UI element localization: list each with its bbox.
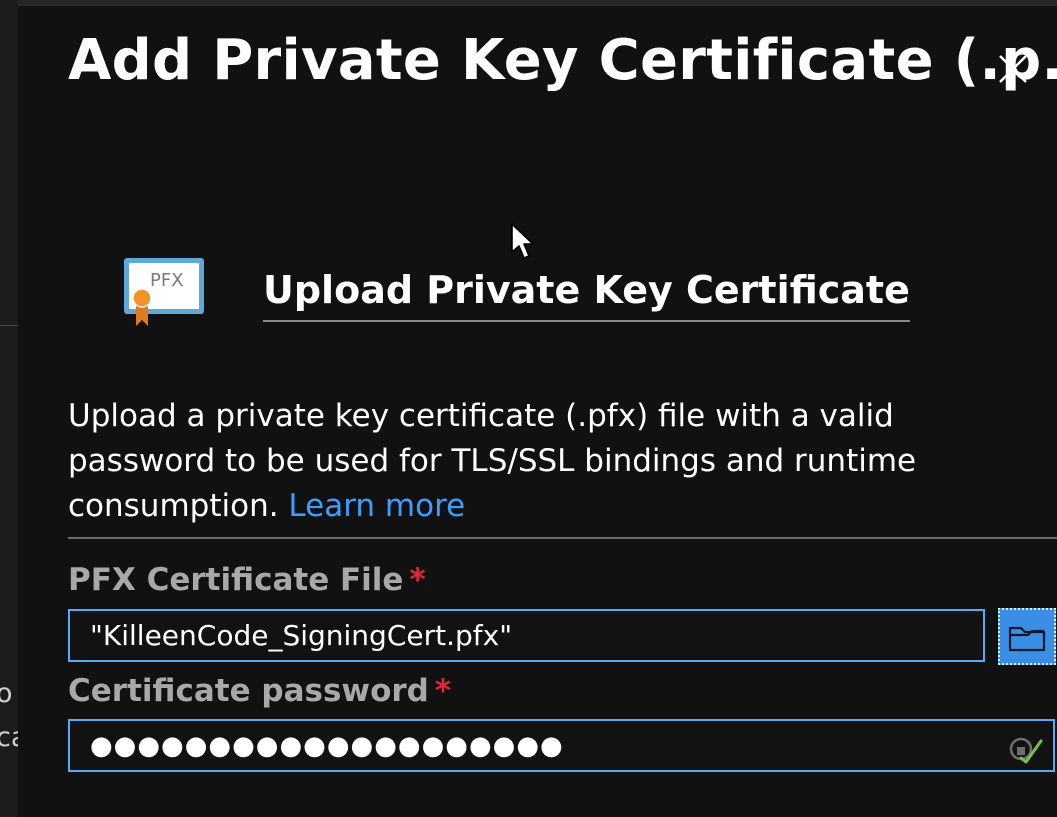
- pfx-icon-label: PFX: [150, 270, 184, 291]
- password-input[interactable]: ●●●●●●●●●●●●●●●●●●●●: [68, 719, 1055, 772]
- required-marker: *: [409, 562, 426, 598]
- password-label: Certificate password *: [68, 673, 451, 709]
- screen: o ca Add Private Key Certificate (.p... …: [0, 0, 1057, 817]
- background-divider: [0, 325, 18, 326]
- background-text-fragment: o: [0, 678, 13, 709]
- close-button[interactable]: [990, 46, 1036, 92]
- required-marker: *: [434, 673, 452, 709]
- browse-file-button[interactable]: [998, 608, 1056, 665]
- password-label-text: Certificate password: [68, 673, 429, 709]
- blade-title: Add Private Key Certificate (.p...: [68, 28, 1057, 93]
- pfx-file-value: "KilleenCode_SigningCert.pfx": [90, 619, 513, 652]
- section-title: Upload Private Key Certificate: [263, 268, 910, 322]
- section-divider: [68, 537, 1057, 539]
- close-icon: [999, 55, 1027, 83]
- pfx-certificate-icon: PFX: [124, 258, 204, 326]
- background-page: o ca: [0, 0, 27, 817]
- pfx-file-label-text: PFX Certificate File: [68, 562, 404, 598]
- add-certificate-blade: Add Private Key Certificate (.p... PFX U…: [18, 6, 1057, 817]
- password-value: ●●●●●●●●●●●●●●●●●●●●: [90, 730, 564, 761]
- description-body: Upload a private key certificate (.pfx) …: [68, 398, 917, 524]
- description-text: Upload a private key certificate (.pfx) …: [68, 394, 1043, 529]
- pfx-file-input[interactable]: "KilleenCode_SigningCert.pfx": [68, 609, 985, 662]
- pfx-file-label: PFX Certificate File *: [68, 562, 426, 598]
- checkmark-icon: [1009, 737, 1043, 764]
- learn-more-link[interactable]: Learn more: [288, 488, 465, 524]
- folder-icon: [1008, 626, 1046, 651]
